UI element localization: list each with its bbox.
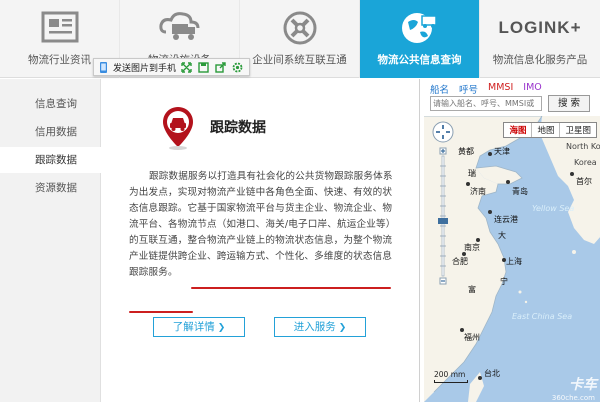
map-type-nautical[interactable]: 海图 — [504, 123, 533, 137]
search-button[interactable]: 搜 索 — [548, 95, 590, 112]
map-scale: 200 mm — [434, 370, 468, 383]
sidebar-item-info-query[interactable]: 信息查询 — [0, 91, 101, 117]
share-icon[interactable] — [214, 61, 227, 74]
send-to-phone-label: 发送图片到手机 — [113, 63, 177, 74]
sidebar-item-tracking-data[interactable]: 跟踪数据 — [0, 147, 101, 173]
red-underline-mark — [191, 287, 391, 289]
sea-label: Yellow Sea — [532, 204, 575, 213]
map-panel: 船名 呼号 MMSI IMO 搜 索 — [419, 79, 600, 402]
option-imo[interactable]: IMO — [523, 82, 541, 96]
double-chevron-icon: ❯ — [217, 323, 226, 333]
place-label: 福州 — [464, 333, 480, 342]
tab-label: 物流公共信息查询 — [377, 54, 462, 66]
send-to-phone-button[interactable]: 发送图片到手机 — [97, 61, 176, 74]
search-type-options: 船名 呼号 MMSI IMO — [430, 82, 542, 96]
ship-search-input[interactable] — [430, 96, 542, 111]
expand-icon[interactable] — [180, 61, 193, 74]
sidebar: 信息查询 信用数据 跟踪数据 资源数据 — [0, 79, 101, 402]
learn-more-button[interactable]: 了解详情 ❯ — [153, 317, 245, 337]
learn-more-label: 了解详情 — [172, 321, 215, 333]
option-ship-name[interactable]: 船名 — [430, 82, 449, 96]
place-label: 合肥 — [452, 257, 468, 266]
double-chevron-icon: ❯ — [338, 323, 347, 333]
tab-system-interconnect[interactable]: 企业间系统互联互通 — [240, 0, 360, 78]
image-toolbar: 发送图片到手机 — [93, 58, 250, 76]
tab-label: 企业间系统互联互通 — [252, 54, 347, 66]
scale-bar — [434, 380, 468, 383]
truck-cloud-icon — [158, 12, 199, 40]
option-call-sign[interactable]: 呼号 — [459, 82, 478, 96]
save-icon[interactable] — [197, 61, 210, 74]
place-label: 上海 — [506, 257, 522, 266]
top-navigation: 物流行业资讯 物流设施设备 企业间系统互联互通 物流公共信息查询 LOGINK — [0, 0, 600, 78]
settings-icon[interactable] — [231, 61, 244, 74]
place-label: 宁 — [500, 277, 508, 286]
watermark-logo: 卡车 — [569, 376, 597, 392]
main-content: 跟踪数据 跟踪数据服务以打造具有社会化的公共货物跟踪服务体系为出发点，实现对物流… — [101, 79, 418, 402]
map-type-satellite[interactable]: 卫星图 — [560, 123, 596, 137]
newspaper-icon — [41, 11, 78, 43]
place-label: 大 — [498, 231, 506, 240]
map-type-switcher: 海图 地图 卫星图 — [503, 122, 597, 138]
place-label: 瑞 — [468, 169, 476, 178]
place-label: 连云港 — [494, 215, 518, 224]
map-type-road[interactable]: 地图 — [532, 123, 561, 137]
location-car-icon — [163, 107, 193, 150]
enter-service-label: 进入服务 — [293, 321, 336, 333]
red-underline-mark — [129, 311, 193, 313]
place-label: 首尔 — [576, 177, 592, 186]
scale-label: 200 mm — [434, 370, 466, 379]
place-label: 南京 — [464, 243, 480, 252]
page-title: 跟踪数据 — [210, 120, 266, 136]
option-mmsi[interactable]: MMSI — [488, 82, 513, 96]
place-label: 富 — [468, 285, 476, 294]
sidebar-item-resource-data[interactable]: 资源数据 — [0, 175, 101, 201]
place-label: North Korea — [566, 142, 600, 151]
sidebar-item-credit-data[interactable]: 信用数据 — [0, 119, 101, 145]
sea-label: East China Sea — [512, 312, 573, 321]
place-label: 台北 — [484, 369, 500, 378]
tab-label: 物流信息化服务产品 — [492, 54, 588, 66]
place-label: 青岛 — [512, 187, 528, 196]
place-label: 天津 — [494, 147, 510, 156]
logink-logo: LOGINK+ — [498, 18, 582, 37]
tab-it-services[interactable]: LOGINK+ 物流信息化服务产品 — [480, 0, 600, 78]
place-label: 济南 — [470, 187, 486, 196]
enter-service-button[interactable]: 进入服务 ❯ — [274, 317, 366, 337]
tab-public-info-query[interactable]: 物流公共信息查询 — [360, 0, 480, 78]
place-label: 黄都 — [458, 147, 474, 156]
description-text: 跟踪数据服务以打造具有社会化的公共货物跟踪服务体系为出发点，实现对物流产业链中各… — [129, 171, 393, 278]
globe-truck-icon — [401, 13, 437, 43]
phone-icon — [100, 61, 107, 73]
nautical-map[interactable]: 海图 地图 卫星图 黄都 North Korea Korea 首尔 瑞 天津 济… — [424, 116, 600, 402]
place-label: Korea — [574, 158, 597, 167]
interconnect-icon — [283, 11, 316, 45]
watermark-url: 360che.com — [551, 394, 595, 402]
